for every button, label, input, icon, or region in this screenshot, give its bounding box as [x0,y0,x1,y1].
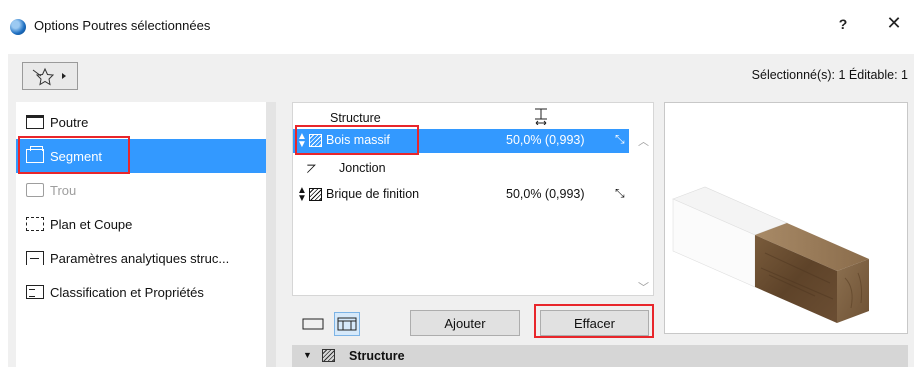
sidebar-item-label: Paramètres analytiques struc... [50,250,230,266]
sidebar-item-trou[interactable]: Trou [16,173,266,207]
sidebar-item-segment[interactable]: Segment [16,139,266,173]
sidebar-item-poutre[interactable]: Poutre [16,105,266,139]
favorites-button[interactable] [22,62,78,90]
dialog-body: Sélectionné(s): 1 Éditable: 1 Poutre Seg… [8,54,914,367]
list-item-bois-massif[interactable]: ▲ ▼ Bois massif 50,0% (0,993) ⤡ [293,129,629,153]
row-name: Bois massif [326,133,390,147]
sidebar-item-label: Plan et Coupe [50,216,133,232]
add-button[interactable]: Ajouter [410,310,520,336]
panel-divider [266,102,276,367]
view-section-button[interactable] [334,312,360,336]
structure-section-header[interactable]: ▼ Structure [292,345,908,367]
beam-preview [664,102,908,334]
drag-handle-icon[interactable]: ▲ ▼ [297,132,307,150]
hole-icon [26,183,44,197]
beam-icon [26,115,44,129]
sidebar-item-label: Trou [50,182,77,198]
sidebar-item-classification[interactable]: Classification et Propriétés [16,275,266,309]
archicad-logo-icon [10,19,26,35]
sidebar-item-label: Segment [50,148,103,164]
sidebar-item-plan-et-coupe[interactable]: Plan et Coupe [16,207,266,241]
delete-button[interactable]: Effacer [540,310,649,336]
thickness-column-icon [533,107,549,128]
row-name: Brique de finition [326,187,420,201]
analytical-icon [26,251,44,265]
segment-icon [26,146,44,163]
scroll-up-icon[interactable]: ︿ [638,133,649,149]
fit-width-icon[interactable]: ⤡ [615,132,625,147]
window-title: Options Poutres sélectionnées [34,18,211,33]
sidebar-item-label: Classification et Propriétés [50,284,204,300]
row-percent: 50,0% (0,993) [506,133,585,147]
structure-list: Structure ▲ ▼ Bois massif 50,0% (0,993) ⤡… [292,102,654,296]
list-item-jonction[interactable]: ⦢ Jonction [293,157,629,181]
title-bar: Options Poutres sélectionnées ? ✕ [0,0,914,54]
beam-3d-preview-image [672,186,869,323]
drag-handle-icon[interactable]: ▲ ▼ [297,186,307,204]
collapse-triangle-icon[interactable]: ▼ [303,350,312,360]
selection-status: Sélectionné(s): 1 Éditable: 1 [751,68,908,82]
sidebar-item-label: Poutre [50,114,89,130]
column-header-structure: Structure [330,111,381,125]
fit-width-icon[interactable]: ⤡ [615,186,625,201]
view-simple-button[interactable] [300,312,326,336]
sidebar-item-analytical[interactable]: Paramètres analytiques struc... [16,241,266,275]
joint-angle-icon: ⦢ [307,162,317,176]
fill-pattern-icon [309,188,322,201]
help-button[interactable]: ? [833,16,853,32]
section-label: Structure [349,349,405,363]
settings-sidebar: Poutre Segment Trou Plan et Coupe Paramè… [16,102,266,367]
scroll-down-icon[interactable]: ﹀ [638,279,649,295]
fill-pattern-icon [309,134,322,147]
row-name: Jonction [339,161,386,175]
fill-pattern-icon [322,349,335,362]
classification-icon [26,285,44,299]
close-button[interactable]: ✕ [882,13,906,34]
favorites-star-icon [32,67,66,86]
plan-section-icon [26,217,44,231]
row-percent: 50,0% (0,993) [506,187,585,201]
list-item-brique-de-finition[interactable]: ▲ ▼ Brique de finition 50,0% (0,993) ⤡ [293,183,629,207]
